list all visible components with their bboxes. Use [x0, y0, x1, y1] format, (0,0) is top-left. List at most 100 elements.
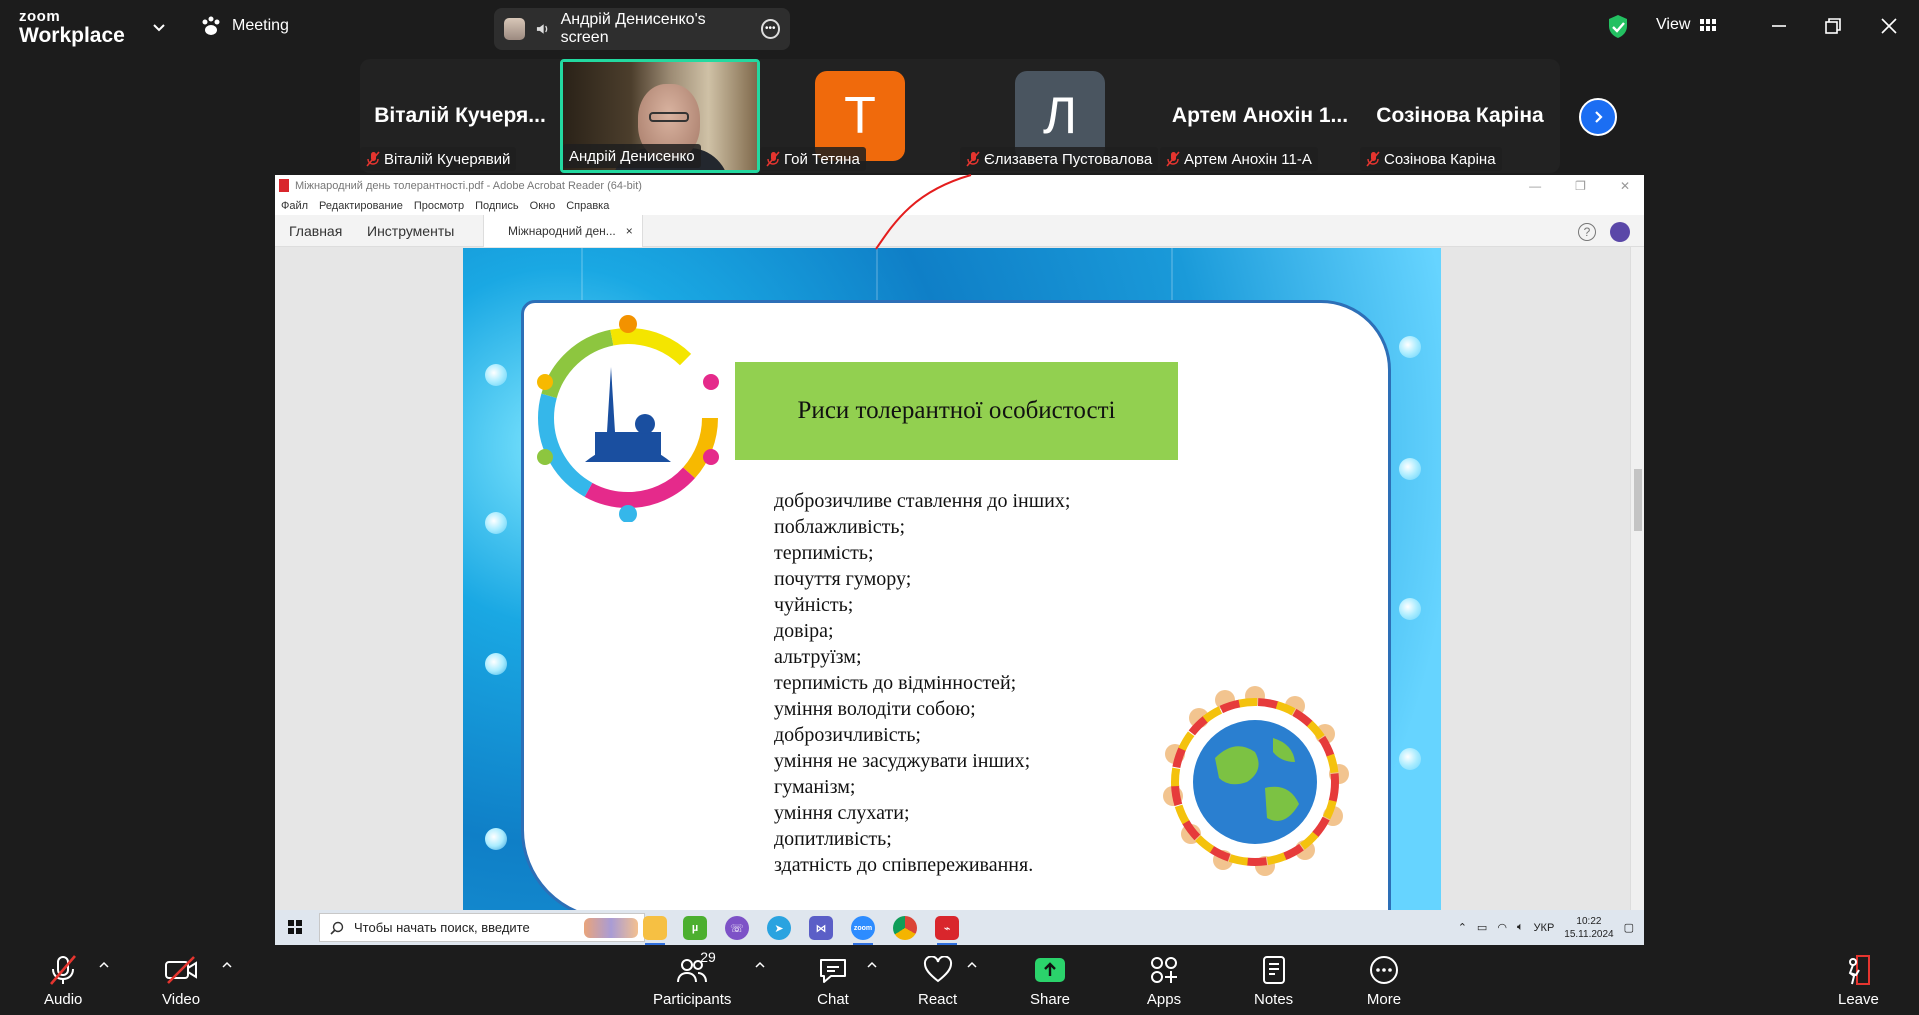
- participants-button[interactable]: 29 Participants: [653, 949, 731, 1008]
- share-button[interactable]: Share: [1030, 953, 1070, 1008]
- menu-item-help[interactable]: Справка: [566, 200, 609, 212]
- battery-icon[interactable]: ▭: [1477, 921, 1487, 934]
- muted-mic-icon: [366, 151, 380, 167]
- participant-big-name: Віталій Кучеря...: [374, 104, 546, 127]
- tab-home[interactable]: Главная: [289, 223, 342, 239]
- screen-share-pill[interactable]: Андрій Денисенко's screen •••: [494, 8, 790, 50]
- participant-name: Андрій Денисенко: [569, 147, 695, 165]
- windows-start-icon[interactable]: [288, 920, 302, 934]
- heart-icon: [923, 956, 952, 983]
- account-icon[interactable]: [1610, 222, 1630, 242]
- wifi-icon[interactable]: ◠: [1497, 921, 1507, 934]
- volume-icon[interactable]: 🔈︎: [1517, 921, 1524, 934]
- file-explorer-icon[interactable]: [643, 916, 667, 945]
- participant-tile[interactable]: Л Єлизавета Пустовалова: [960, 59, 1160, 173]
- trait-text: уміння не засуджувати інших;: [774, 750, 1031, 772]
- more-button[interactable]: More: [1366, 953, 1402, 1008]
- chevron-up-icon[interactable]: [866, 960, 878, 970]
- security-shield-icon[interactable]: [1607, 14, 1629, 40]
- menu-item-sign[interactable]: Подпись: [475, 200, 519, 212]
- leave-label: Leave: [1838, 991, 1879, 1008]
- view-button[interactable]: View: [1656, 16, 1717, 34]
- notes-button[interactable]: Notes: [1254, 953, 1293, 1008]
- chevron-up-icon[interactable]: [221, 960, 233, 970]
- muted-mic-icon: [50, 955, 77, 985]
- telegram-icon[interactable]: ➤: [767, 916, 791, 940]
- bullet-marker: [744, 514, 758, 540]
- trait-text: чуйність;: [774, 594, 854, 616]
- participants-count: 29: [700, 949, 716, 965]
- react-button[interactable]: React: [918, 953, 957, 1008]
- chrome-icon[interactable]: [893, 916, 917, 940]
- next-page-button[interactable]: [1579, 98, 1617, 136]
- apps-button[interactable]: Apps: [1146, 953, 1182, 1008]
- participant-tile[interactable]: Артем Анохін 1... Артем Анохін 11-А: [1160, 59, 1360, 173]
- acrobat-taskbar-icon[interactable]: ⌁: [935, 916, 959, 945]
- video-button[interactable]: Video: [162, 953, 200, 1008]
- participant-tile-active[interactable]: Андрій Денисенко: [560, 59, 760, 173]
- close-icon[interactable]: [1878, 15, 1900, 37]
- list-item: поблажливість;: [744, 514, 1070, 540]
- video-label: Video: [162, 991, 201, 1008]
- chevron-up-icon[interactable]: ⌃: [1458, 921, 1467, 934]
- bullet-marker: [744, 696, 758, 722]
- help-icon[interactable]: ?: [1578, 223, 1596, 241]
- trait-text: уміння володіти собою;: [774, 698, 976, 720]
- close-icon[interactable]: ✕: [1620, 179, 1630, 193]
- minimize-icon[interactable]: —: [1529, 179, 1541, 193]
- chevron-up-icon[interactable]: [754, 960, 766, 970]
- menu-item-file[interactable]: Файл: [281, 200, 308, 212]
- minimize-icon[interactable]: [1768, 15, 1790, 37]
- acrobat-window-title: Міжнародний день толерантності.pdf - Ado…: [295, 180, 642, 192]
- view-label: View: [1656, 16, 1691, 33]
- menu-item-view[interactable]: Просмотр: [414, 200, 464, 212]
- chevron-down-icon[interactable]: [150, 18, 168, 36]
- menu-item-edit[interactable]: Редактирование: [319, 200, 403, 212]
- participant-tile[interactable]: Созінова Каріна Созінова Каріна: [1360, 59, 1560, 173]
- chevron-up-icon[interactable]: [966, 960, 978, 970]
- bullet-marker: [744, 670, 758, 696]
- menu-item-window[interactable]: Окно: [530, 200, 556, 212]
- list-item: здатність до співпереживання.: [744, 852, 1070, 878]
- leave-button[interactable]: Leave: [1838, 953, 1879, 1008]
- vertical-scrollbar[interactable]: [1630, 247, 1644, 910]
- chat-button[interactable]: Chat: [815, 953, 851, 1008]
- utorrent-icon[interactable]: µ: [683, 916, 707, 940]
- restore-icon[interactable]: [1822, 15, 1844, 37]
- bullet-marker: [744, 618, 758, 644]
- tab-tools[interactable]: Инструменты: [367, 223, 454, 239]
- windows-taskbar: Чтобы начать поиск, введите µ ☏ ➤ ⋈ zoom…: [275, 910, 1644, 945]
- zoom-taskbar-icon[interactable]: zoom: [851, 916, 875, 945]
- close-tab-icon[interactable]: ×: [626, 224, 633, 238]
- bullet-marker: [744, 488, 758, 514]
- list-item: терпимість;: [744, 540, 1070, 566]
- trait-text: уміння слухати;: [774, 802, 910, 824]
- list-item: альтруїзм;: [744, 644, 1070, 670]
- meeting-info-button[interactable]: Meeting: [200, 16, 289, 36]
- participant-tile[interactable]: Т Гой Тетяна: [760, 59, 960, 173]
- muted-mic-icon: [1366, 151, 1380, 167]
- tab-document[interactable]: Міжнародний ден... ×: [483, 215, 643, 247]
- notes-label: Notes: [1254, 991, 1294, 1008]
- audio-button[interactable]: Audio: [44, 953, 82, 1008]
- list-item: уміння володіти собою;: [744, 696, 1070, 722]
- zoom-logo: zoom Workplace: [19, 9, 125, 46]
- trait-text: допитливість;: [774, 828, 892, 850]
- chevron-up-icon[interactable]: [98, 960, 110, 970]
- participant-tile[interactable]: Віталій Кучеря... Віталій Кучерявий: [360, 59, 560, 173]
- pdf-slide: Риси толерантної особистості доброзичлив…: [463, 248, 1441, 910]
- windows-search-box[interactable]: Чтобы начать поиск, введите: [319, 913, 645, 942]
- taskbar-clock[interactable]: 10:22 15.11.2024: [1564, 915, 1613, 941]
- restore-icon[interactable]: ❐: [1575, 179, 1586, 193]
- participant-name: Гой Тетяна: [784, 150, 860, 168]
- list-item: допитливість;: [744, 826, 1070, 852]
- participant-name: Віталій Кучерявий: [384, 150, 511, 168]
- teams-icon[interactable]: ⋈: [809, 916, 833, 940]
- notifications-icon[interactable]: ▢: [1624, 921, 1634, 934]
- viber-icon[interactable]: ☏: [725, 916, 749, 940]
- scrollbar-thumb[interactable]: [1634, 469, 1642, 531]
- language-indicator[interactable]: УКР: [1534, 922, 1555, 934]
- search-highlight-icon: [584, 917, 638, 938]
- more-options-icon[interactable]: •••: [760, 19, 780, 39]
- search-icon: [330, 921, 344, 935]
